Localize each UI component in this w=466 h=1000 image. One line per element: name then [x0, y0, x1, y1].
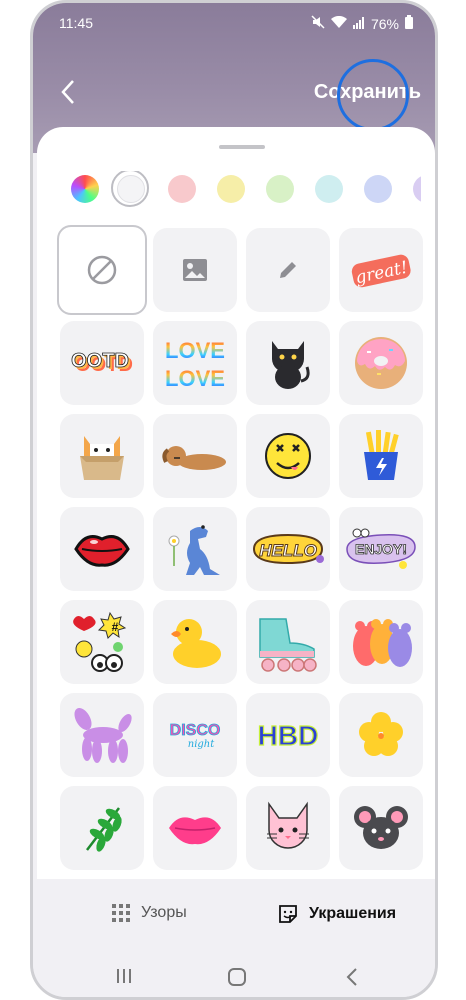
lips-icon	[74, 535, 130, 567]
recents-icon	[117, 969, 131, 983]
sticker-love[interactable]: LOVE LOVE	[153, 321, 237, 405]
sticker-mouse[interactable]	[339, 786, 423, 870]
color-swatch-cyan[interactable]	[315, 175, 343, 203]
battery-level: 76%	[370, 15, 399, 32]
sticker-balloon-dog[interactable]	[60, 693, 144, 777]
color-swatch-white[interactable]	[111, 171, 149, 207]
status-time: 11:45	[59, 15, 93, 31]
sheet-drag-handle[interactable]	[219, 145, 265, 149]
fries-icon	[364, 430, 399, 480]
hello-text: HELLO	[259, 541, 317, 560]
tab-decorations-label: Украшения	[309, 905, 397, 922]
flower-icon	[359, 712, 403, 756]
cat-box-icon	[80, 436, 124, 480]
sticker-hbd[interactable]: HBD	[246, 693, 330, 777]
sticker-hello[interactable]: HELLO	[246, 507, 330, 591]
mute-icon	[311, 15, 325, 32]
status-bar: 11:45 76%	[59, 15, 413, 32]
ootd-text: OOTD	[71, 350, 129, 372]
sticker-duck[interactable]	[153, 600, 237, 684]
mouse-icon	[354, 806, 408, 849]
sticker-ootd[interactable]: OOTD OOTD OOTD	[60, 321, 144, 405]
love-text: LOVE	[165, 338, 225, 363]
color-swatch-green[interactable]	[266, 175, 294, 203]
sticker-black-cat[interactable]	[246, 321, 330, 405]
sticker-sleeping-dog[interactable]	[153, 414, 237, 498]
color-swatch-purple[interactable]	[413, 175, 421, 203]
tab-decorations[interactable]: Украшения	[277, 903, 396, 925]
dinosaur-icon	[168, 525, 220, 575]
great-text: great!	[354, 258, 410, 289]
mix-icon: #	[73, 611, 127, 672]
save-button[interactable]: Сохранить	[314, 81, 421, 104]
sticker-cat-in-box[interactable]	[60, 414, 144, 498]
color-palette	[61, 171, 421, 207]
sticker-icon	[279, 905, 297, 923]
stickers-sheet: great! OOTD OOTD OOTD LOVE LOVE HELLO EN…	[37, 127, 435, 879]
pink-cat-icon	[267, 801, 309, 849]
color-swatch-pink[interactable]	[168, 175, 196, 203]
pink-lips-icon	[169, 817, 221, 845]
sticker-roller-skates[interactable]	[246, 600, 330, 684]
back-button[interactable]	[59, 79, 83, 109]
enjoy-text: ENJOY!	[355, 541, 407, 557]
battery-icon	[405, 15, 413, 32]
sticker-smiley[interactable]	[246, 414, 330, 498]
donut-icon	[355, 337, 407, 389]
pattern-grid-icon	[112, 904, 130, 922]
night-text: night	[188, 739, 215, 750]
sticker-lips[interactable]	[60, 507, 144, 591]
bottom-tabs: Узоры Украшения	[33, 883, 435, 953]
no-sticker-icon	[87, 255, 117, 285]
sticker-enjoy[interactable]: ENJOY!	[339, 507, 423, 591]
phone-screen: 11:45 76% Сохранить great! OOTD OOTD OOT…	[30, 0, 438, 1000]
dog-icon	[162, 446, 226, 470]
recent-apps-button[interactable]	[115, 967, 133, 991]
sticker-pink-lips[interactable]	[153, 786, 237, 870]
color-swatch-blue[interactable]	[364, 175, 392, 203]
wifi-icon	[330, 15, 347, 32]
sticker-draw[interactable]	[246, 228, 330, 312]
hash-text: #	[112, 620, 119, 634]
sticker-mix[interactable]: #	[60, 600, 144, 684]
sticker-fries[interactable]	[339, 414, 423, 498]
sticker-gallery[interactable]	[153, 228, 237, 312]
back-nav-button[interactable]	[345, 967, 359, 993]
balloon-dog-icon	[74, 708, 132, 763]
sticker-pink-cat[interactable]	[246, 786, 330, 870]
sticker-disco[interactable]: DISCO night	[153, 693, 237, 777]
sticker-donut[interactable]	[339, 321, 423, 405]
sticker-leaf[interactable]	[60, 786, 144, 870]
disco-text: DISCO	[170, 722, 221, 739]
gummy-bear-icon	[353, 619, 412, 667]
smiley-icon	[265, 433, 311, 479]
pencil-icon	[280, 262, 296, 278]
hbd-text: HBD	[258, 720, 319, 751]
sticker-dinosaur[interactable]	[153, 507, 237, 591]
system-nav-bar	[33, 953, 435, 997]
duck-icon	[171, 619, 221, 668]
cat-icon	[272, 341, 310, 389]
home-button[interactable]	[227, 967, 247, 993]
tab-patterns[interactable]: Узоры	[111, 903, 187, 923]
tab-patterns-label: Узоры	[141, 904, 187, 921]
leaf-icon	[86, 807, 122, 852]
home-icon	[228, 968, 246, 986]
color-swatch-yellow[interactable]	[217, 175, 245, 203]
sticker-flower[interactable]	[339, 693, 423, 777]
love-text-2: LOVE	[165, 366, 225, 391]
chevron-left-icon	[61, 80, 74, 104]
color-swatch-rainbow[interactable]	[71, 175, 99, 203]
image-icon	[183, 259, 207, 281]
sticker-great[interactable]: great!	[339, 228, 423, 312]
sticker-none[interactable]	[57, 225, 147, 315]
signal-icon	[352, 16, 365, 32]
back-arrow-icon	[346, 968, 357, 986]
sticker-gummy-bears[interactable]	[339, 600, 423, 684]
roller-skate-icon	[259, 618, 317, 672]
